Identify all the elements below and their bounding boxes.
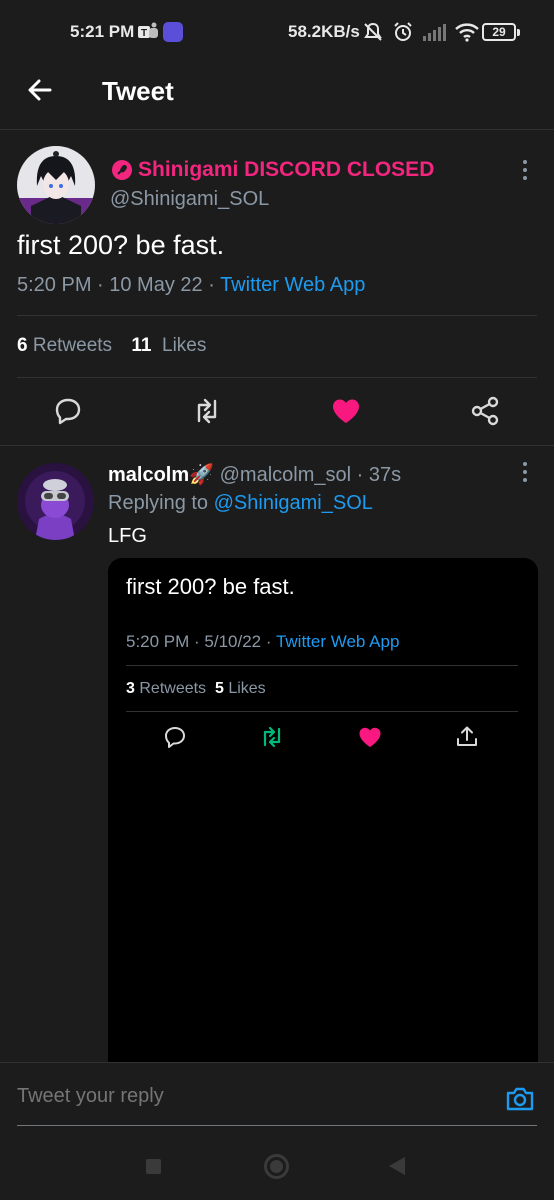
embedded-source-link[interactable]: Twitter Web App: [276, 632, 399, 651]
network-speed: 58.2KB/s: [288, 22, 360, 41]
embedded-time-date: 5:20 PM · 5/10/22 ·: [126, 632, 276, 651]
replying-to-link[interactable]: @Shinigami_SOL: [214, 492, 373, 514]
reply-input[interactable]: [17, 1085, 477, 1108]
like-icon[interactable]: [330, 395, 362, 427]
divider: [17, 377, 537, 378]
divider: [17, 315, 537, 316]
tweet-time-date: 5:20 PM · 10 May 22 ·: [17, 274, 221, 296]
reply-author-handle[interactable]: @malcolm_sol: [220, 464, 351, 486]
tweet-source-link[interactable]: Twitter Web App: [220, 274, 365, 296]
replying-to: Replying to @Shinigami_SOL: [108, 492, 373, 515]
retweets-label: Retweets: [32, 335, 113, 356]
home-button[interactable]: [264, 1154, 289, 1179]
status-bar: 5:21 PM T 58.2KB/s 29: [0, 0, 554, 64]
embedded-reply-icon[interactable]: [162, 724, 188, 750]
embedded-tweet-stats: 3 Retweets 5 Likes: [126, 680, 266, 698]
svg-text:T: T: [141, 28, 147, 39]
reply-dot: ·: [356, 464, 364, 486]
more-options-icon[interactable]: [515, 158, 535, 182]
reply-header: malcolm🚀 @malcolm_sol · 37s: [108, 462, 401, 487]
system-back-button[interactable]: [389, 1157, 405, 1175]
embedded-tweet-card[interactable]: first 200? be fast. 5:20 PM · 5/10/22 · …: [108, 558, 538, 1078]
replying-prefix: Replying to: [108, 492, 214, 514]
retweet-icon[interactable]: [191, 395, 223, 427]
recent-apps-button[interactable]: [146, 1159, 161, 1174]
embedded-tweet-timestamp: 5:20 PM · 5/10/22 · Twitter Web App: [126, 632, 399, 652]
embedded-share-icon[interactable]: [454, 724, 480, 750]
likes-count: 11: [131, 335, 152, 356]
reply-input-underline: [17, 1125, 537, 1126]
reply-icon[interactable]: [52, 395, 84, 427]
embedded-retweets-label: Retweets: [139, 680, 207, 697]
share-icon[interactable]: [469, 395, 501, 427]
embedded-retweets-count: 3: [126, 680, 135, 697]
signal-icon: [423, 24, 446, 41]
reply-author-name[interactable]: malcolm🚀: [108, 464, 214, 486]
page-title: Tweet: [102, 76, 174, 106]
app-icon: [163, 22, 183, 42]
embedded-tweet-text: first 200? be fast.: [126, 574, 295, 599]
reply-more-options-icon[interactable]: [515, 460, 535, 484]
camera-icon[interactable]: [504, 1083, 536, 1115]
status-time: 5:21 PM: [70, 22, 135, 41]
author-name[interactable]: Shinigami DISCORD CLOSED: [112, 158, 434, 182]
retweets-count: 6: [17, 335, 28, 356]
embedded-retweet-icon[interactable]: [259, 724, 285, 750]
reply-avatar[interactable]: [17, 463, 94, 540]
battery-icon: 29: [482, 23, 520, 41]
arrow-left-icon[interactable]: [22, 72, 58, 108]
tweet-stats: 6 Retweets 11 Likes: [17, 335, 206, 357]
reply-text: LFG: [108, 525, 147, 547]
divider: [0, 445, 554, 446]
wifi-icon: [455, 23, 479, 42]
alarm-icon: [394, 22, 412, 41]
divider: [126, 665, 518, 666]
divider: [0, 129, 554, 130]
reply-composer: [0, 1062, 554, 1200]
microphone-icon: [112, 160, 132, 180]
retweets-stat[interactable]: 6 Retweets: [17, 335, 112, 356]
avatar[interactable]: [17, 146, 95, 224]
battery-level: 29: [492, 25, 506, 39]
embedded-likes-label: Likes: [228, 680, 266, 697]
mute-icon: [364, 22, 382, 41]
likes-label: Likes: [162, 335, 207, 356]
divider: [126, 711, 518, 712]
microphone-glyph: [117, 164, 127, 175]
tweet-text: first 200? be fast.: [17, 230, 225, 260]
author-name-text: Shinigami DISCORD CLOSED: [138, 158, 435, 181]
author-handle[interactable]: @Shinigami_SOL: [110, 188, 269, 211]
tweet-actions: [0, 385, 554, 437]
tweet-timestamp: 5:20 PM · 10 May 22 · Twitter Web App: [17, 274, 365, 297]
likes-stat[interactable]: 11 Likes: [131, 335, 206, 356]
embedded-likes-count: 5: [214, 680, 224, 697]
teams-icon: T: [138, 22, 158, 39]
embedded-like-icon[interactable]: [357, 724, 383, 750]
status-icons: [362, 20, 480, 44]
reply-age: 37s: [368, 464, 402, 486]
